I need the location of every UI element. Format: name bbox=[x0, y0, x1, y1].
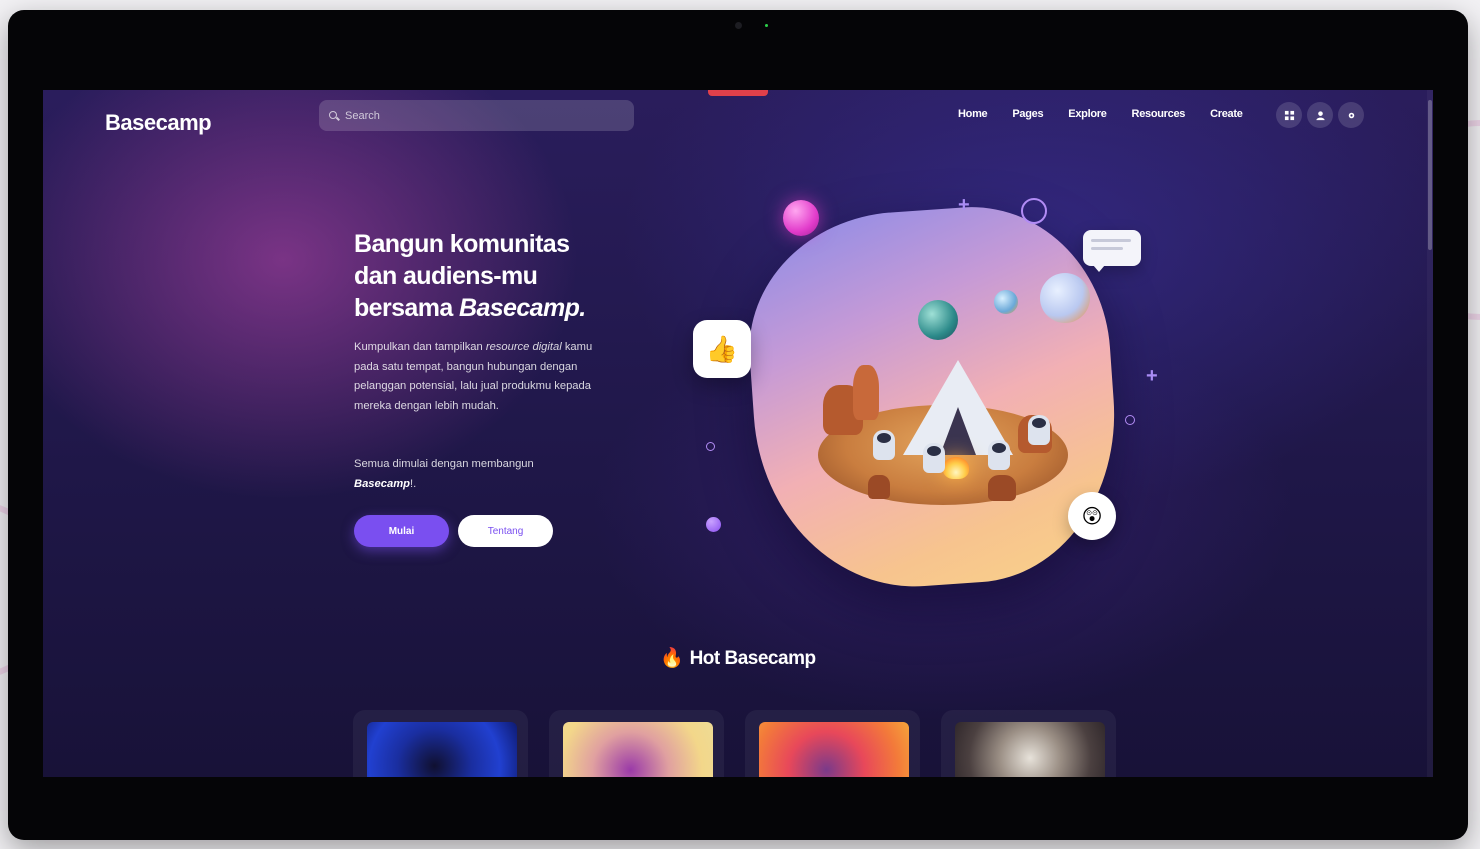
chat-line bbox=[1091, 239, 1131, 242]
about-button[interactable]: Tentang bbox=[458, 515, 553, 547]
thumbs-up-icon: 👍 bbox=[705, 333, 739, 364]
profile-button[interactable] bbox=[1307, 102, 1333, 128]
emoji-card: 😲 bbox=[1068, 492, 1116, 540]
card-thumbnail bbox=[563, 722, 713, 777]
basecamp-card[interactable] bbox=[549, 710, 724, 777]
browser-viewport: Basecamp Home Pages Explore Resources Cr… bbox=[43, 90, 1433, 777]
tent-door bbox=[940, 407, 976, 455]
chat-line bbox=[1091, 247, 1123, 250]
purple-dot-decor bbox=[706, 517, 721, 532]
nav-resources[interactable]: Resources bbox=[1132, 108, 1186, 120]
ring-decor bbox=[1021, 198, 1047, 224]
planet-decor bbox=[994, 290, 1018, 314]
ring-decor bbox=[1125, 415, 1135, 425]
astronaut bbox=[873, 430, 895, 460]
card-thumbnail bbox=[367, 722, 517, 777]
hero-illustration: + + 👍 😲 bbox=[693, 194, 1173, 600]
settings-button[interactable] bbox=[1338, 102, 1364, 128]
rock bbox=[868, 475, 890, 499]
nav-create[interactable]: Create bbox=[1210, 108, 1243, 120]
hero-description: Kumpulkan dan tampilkan resource digital… bbox=[354, 338, 604, 416]
main-nav: Home Pages Explore Resources Create bbox=[958, 108, 1243, 120]
grid-button[interactable] bbox=[1276, 102, 1302, 128]
search-icon bbox=[329, 110, 339, 121]
search-input[interactable] bbox=[345, 109, 605, 122]
hero-title-line: dan audiens-mu bbox=[354, 262, 538, 290]
hero-title-line: bersama bbox=[354, 294, 459, 322]
camera-icon bbox=[735, 22, 742, 29]
basecamp-card[interactable] bbox=[745, 710, 920, 777]
planet-decor bbox=[1040, 273, 1090, 323]
site-logo[interactable]: Basecamp bbox=[105, 110, 212, 136]
campsite-scene bbox=[818, 273, 1090, 515]
campfire bbox=[943, 457, 969, 479]
nav-explore[interactable]: Explore bbox=[1068, 108, 1107, 120]
hero-desc-text: Kumpulkan dan tampilkan bbox=[354, 341, 486, 353]
chat-bubble-card bbox=[1083, 230, 1141, 272]
settings-icon bbox=[1348, 112, 1354, 118]
camera-led bbox=[765, 24, 768, 27]
monitor-frame: Basecamp Home Pages Explore Resources Cr… bbox=[8, 10, 1468, 840]
grid-icon bbox=[1284, 110, 1294, 120]
hero-title-brand: Basecamp. bbox=[459, 294, 586, 322]
ring-decor bbox=[706, 442, 715, 451]
rock bbox=[988, 475, 1016, 501]
hero-desc-emphasis: resource digital bbox=[485, 341, 562, 353]
pink-sphere-decor bbox=[783, 200, 819, 236]
card-thumbnail bbox=[955, 722, 1105, 777]
hero-tagline-brand: Basecamp bbox=[354, 477, 410, 490]
rock bbox=[853, 365, 879, 420]
scrollbar[interactable] bbox=[1427, 90, 1433, 777]
hero-title: Bangun komunitas dan audiens-mu bersama … bbox=[354, 228, 654, 324]
astronaut bbox=[1028, 415, 1050, 445]
card-thumbnail bbox=[759, 722, 909, 777]
astronaut bbox=[988, 440, 1010, 470]
hero-title-line: Bangun komunitas bbox=[354, 230, 570, 258]
search-bar[interactable] bbox=[319, 100, 634, 131]
astronaut bbox=[923, 443, 945, 473]
scrollbar-thumb[interactable] bbox=[1428, 100, 1432, 250]
hero-tagline: Semua dimulai dengan membangun Basecamp!… bbox=[354, 455, 604, 494]
top-tab-indicator bbox=[708, 90, 768, 96]
plus-decor: + bbox=[958, 194, 970, 216]
basecamp-card[interactable] bbox=[941, 710, 1116, 777]
thumbs-up-card: 👍 bbox=[693, 320, 751, 378]
hot-cards-list bbox=[353, 710, 1116, 777]
planet-decor bbox=[918, 300, 958, 340]
hot-section-title: 🔥 Hot Basecamp bbox=[43, 646, 1433, 670]
basecamp-card[interactable] bbox=[353, 710, 528, 777]
plus-decor: + bbox=[1146, 365, 1158, 387]
user-icon bbox=[1315, 110, 1325, 120]
hot-section-title-text: Hot Basecamp bbox=[689, 648, 817, 669]
nav-home[interactable]: Home bbox=[958, 108, 988, 120]
start-button[interactable]: Mulai bbox=[354, 515, 449, 547]
nav-pages[interactable]: Pages bbox=[1012, 108, 1043, 120]
astonished-face-icon: 😲 bbox=[1081, 505, 1103, 528]
hero-tagline-end: !. bbox=[409, 477, 417, 490]
hero-tagline-text: Semua dimulai dengan membangun bbox=[354, 458, 534, 470]
flame-icon: 🔥 bbox=[660, 648, 684, 669]
